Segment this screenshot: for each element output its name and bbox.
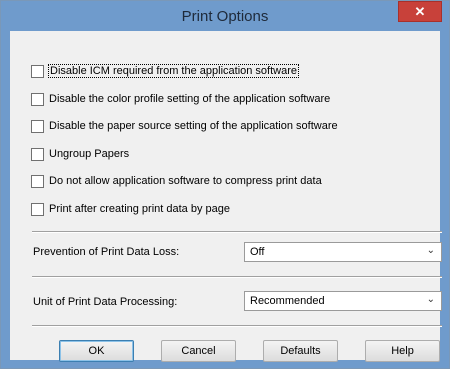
unit-value: Recommended bbox=[250, 295, 325, 307]
checkbox-ungroup-papers[interactable]: Ungroup Papers bbox=[31, 146, 129, 162]
prevention-value: Off bbox=[250, 246, 265, 258]
ok-button[interactable]: OK bbox=[59, 340, 134, 362]
checkbox-label: Print after creating print data by page bbox=[49, 203, 230, 215]
checkbox-disable-color-profile[interactable]: Disable the color profile setting of the… bbox=[31, 91, 330, 107]
help-button[interactable]: Help bbox=[365, 340, 440, 362]
dialog-body: Disable ICM required from the applicatio… bbox=[10, 31, 442, 362]
title-bar[interactable]: Print Options ✕ bbox=[1, 1, 449, 31]
checkbox-box[interactable] bbox=[31, 174, 44, 188]
checkbox-disable-paper-source[interactable]: Disable the paper source setting of the … bbox=[31, 118, 338, 134]
defaults-button[interactable]: Defaults bbox=[263, 340, 338, 362]
close-button[interactable]: ✕ bbox=[398, 1, 442, 22]
prevention-label: Prevention of Print Data Loss: bbox=[33, 246, 180, 258]
print-options-dialog: Print Options ✕ Disable ICM required fro… bbox=[0, 0, 450, 369]
checkbox-label: Disable the paper source setting of the … bbox=[49, 120, 338, 132]
checkbox-label: Do not allow application software to com… bbox=[49, 175, 322, 187]
checkbox-box[interactable] bbox=[31, 92, 44, 106]
prevention-select[interactable]: Off ⌄ bbox=[244, 242, 442, 262]
divider bbox=[32, 325, 442, 327]
chevron-down-icon: ⌄ bbox=[426, 294, 435, 305]
checkbox-label: Disable the color profile setting of the… bbox=[49, 93, 331, 105]
checkbox-box[interactable] bbox=[31, 64, 44, 78]
unit-select[interactable]: Recommended ⌄ bbox=[244, 291, 442, 311]
divider bbox=[32, 231, 442, 233]
divider bbox=[32, 276, 442, 278]
checkbox-box[interactable] bbox=[31, 119, 44, 133]
checkbox-box[interactable] bbox=[31, 147, 44, 161]
unit-label: Unit of Print Data Processing: bbox=[33, 296, 178, 308]
dialog-title: Print Options bbox=[181, 8, 269, 25]
close-icon: ✕ bbox=[414, 4, 426, 19]
checkbox-disable-icm[interactable]: Disable ICM required from the applicatio… bbox=[31, 63, 300, 79]
checkbox-print-after-creating[interactable]: Print after creating print data by page bbox=[31, 201, 230, 217]
checkbox-label: Ungroup Papers bbox=[49, 148, 130, 160]
checkbox-box[interactable] bbox=[31, 202, 44, 216]
chevron-down-icon: ⌄ bbox=[426, 245, 435, 256]
checkbox-no-compress[interactable]: Do not allow application software to com… bbox=[31, 173, 322, 189]
checkbox-label: Disable ICM required from the applicatio… bbox=[47, 64, 300, 78]
cancel-button[interactable]: Cancel bbox=[161, 340, 236, 362]
